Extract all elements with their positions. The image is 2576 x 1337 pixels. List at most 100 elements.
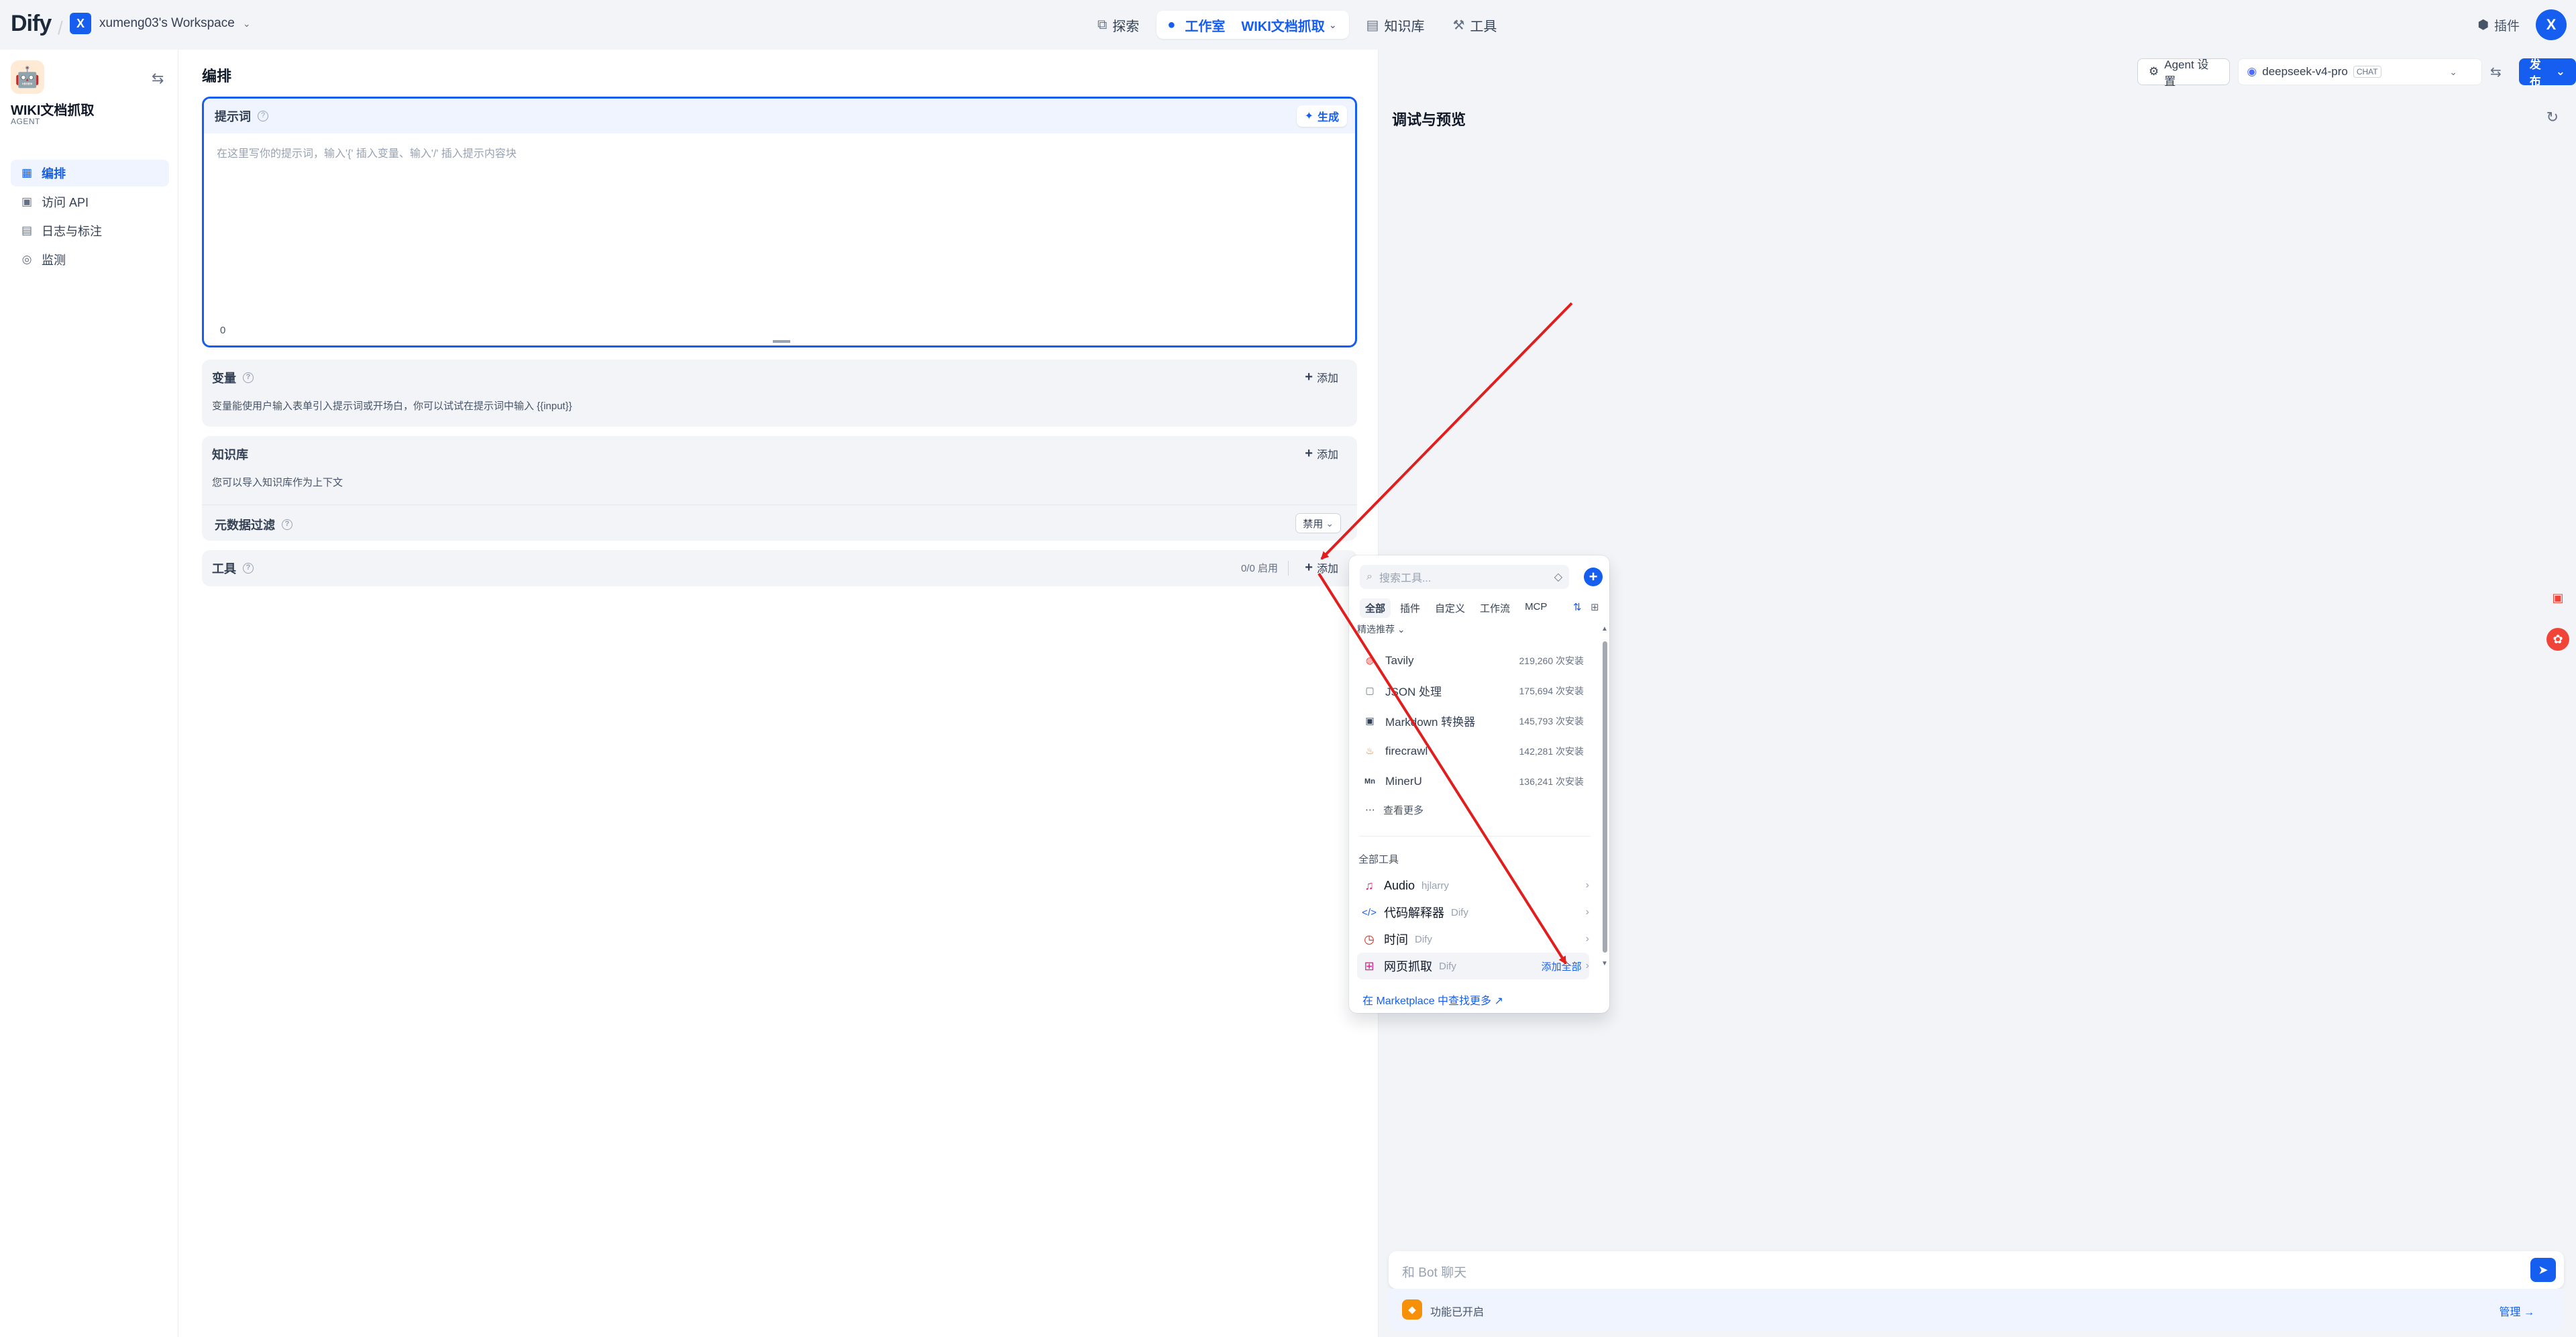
model-name: deepseek-v4-pro: [2262, 65, 2348, 78]
list-item[interactable]: Mn MinerU 136,241 次安装: [1362, 766, 1584, 796]
plugins-button[interactable]: ⬢ 插件: [2477, 16, 2520, 34]
help-icon[interactable]: ?: [282, 519, 292, 530]
list-item[interactable]: ▣ Markdown 转换器 145,793 次安装: [1362, 706, 1584, 736]
deepseek-icon: ◉: [2247, 65, 2257, 78]
features-bar: ◆ 功能已开启 管理 →: [1389, 1289, 2564, 1330]
send-button[interactable]: ➤: [2530, 1258, 2556, 1282]
dify-logo[interactable]: Dify: [11, 11, 52, 37]
tab-all[interactable]: 全部: [1360, 598, 1391, 618]
assistant-icon[interactable]: ✿: [2546, 628, 2569, 651]
install-count: 219,260 次安装: [1519, 655, 1585, 666]
featured-toggle[interactable]: 精选推荐 ⌄: [1357, 623, 1405, 636]
tool-name: Markdown 转换器: [1385, 716, 1476, 729]
plus-icon: +: [1305, 559, 1313, 575]
sidebar-item-monitor[interactable]: ◎ 监测: [11, 246, 169, 273]
model-params-icon[interactable]: ⇆: [2490, 64, 2502, 81]
generate-button[interactable]: ✦ 生成: [1296, 105, 1347, 127]
app-toolbar: ⚙ Agent 设置 ◉ deepseek-v4-pro CHAT ⌄ ⇆ 发布…: [2137, 58, 2576, 88]
scroll-down-icon[interactable]: ▼: [1601, 960, 1608, 967]
agent-settings-button[interactable]: ⚙ Agent 设置: [2137, 58, 2231, 88]
add-variable-button[interactable]: + 添加: [1305, 369, 1338, 385]
sidebar-item-label: 访问 API: [42, 196, 89, 209]
tree-view-icon[interactable]: ⊞: [1591, 601, 1599, 613]
sidebar-item-orchestrate[interactable]: ▦ 编排: [11, 160, 169, 186]
create-tool-button[interactable]: +: [1584, 568, 1603, 586]
model-selector[interactable]: ◉ deepseek-v4-pro CHAT ⌄: [2238, 58, 2482, 85]
chevron-right-icon: ›: [1585, 933, 1589, 945]
chevron-right-icon: ›: [1585, 906, 1589, 918]
knowledge-title: 知识库: [212, 445, 248, 463]
sidebar-item-logs[interactable]: ▤ 日志与标注: [11, 217, 169, 244]
nav-studio-label: 工作室: [1185, 19, 1226, 34]
fire-icon: ♨: [1365, 745, 1375, 756]
tool-picker-popover: ⌕ 搜索工具... ◇ + 全部 插件 自定义 工作流 MCP ⇅ ⊞ 精选推荐…: [1349, 555, 1609, 1013]
scroll-up-icon[interactable]: ▲: [1601, 625, 1608, 633]
scrollbar[interactable]: ▲ ▼: [1601, 625, 1608, 967]
divider: [1288, 561, 1289, 576]
prompt-editor[interactable]: 提示词 ? ✦ 生成 在这里写你的提示词，输入'{' 插入变量、输入'/' 插入…: [202, 97, 1357, 347]
publish-button[interactable]: 发布 ⌄: [2518, 58, 2576, 88]
workspace-switcher[interactable]: X xumeng03's Workspace ⌄: [70, 13, 251, 34]
search-icon: ⌕: [1366, 571, 1373, 582]
manage-features-link[interactable]: 管理 →: [2500, 1303, 2534, 1319]
gear-icon: ⚙: [2149, 65, 2159, 78]
tool-org: Dify: [1439, 960, 1456, 972]
tab-workflow[interactable]: 工作流: [1474, 598, 1515, 618]
publish-label: 发布: [2529, 58, 2541, 88]
refresh-icon[interactable]: ↻: [2546, 109, 2559, 126]
search-placeholder: 搜索工具...: [1379, 573, 1432, 584]
nav-tools[interactable]: ⚒ 工具: [1442, 11, 1507, 39]
nav-knowledge-label: 知识库: [1384, 19, 1425, 34]
nav-studio[interactable]: ● 工作室 WIKI文档抓取 ⌄: [1157, 11, 1349, 39]
current-app-crumb[interactable]: WIKI文档抓取 ⌄: [1234, 13, 1343, 38]
tab-plugins[interactable]: 插件: [1395, 598, 1426, 618]
nav-explore-label: 探索: [1112, 19, 1140, 34]
list-item[interactable]: </> 代码解释器 Dify ›: [1361, 899, 1589, 926]
features-enabled-text: 功能已开启: [1430, 1307, 1485, 1318]
list-item[interactable]: ♨ firecrawl 142,281 次安装: [1362, 736, 1584, 766]
generate-label: 生成: [1317, 112, 1339, 123]
tools-title: 工具 ?: [212, 559, 254, 577]
sort-icon[interactable]: ⇅: [1573, 601, 1582, 613]
help-icon[interactable]: ?: [258, 111, 268, 121]
add-tool-button[interactable]: + 添加: [1305, 559, 1338, 576]
chevron-down-icon: ⌄: [2449, 66, 2457, 77]
metadata-filter-title: 元数据过滤 ?: [215, 516, 292, 533]
chevron-right-icon: ›: [1585, 960, 1589, 971]
scrollbar-thumb[interactable]: [1603, 641, 1607, 953]
feedback-icon[interactable]: ▣: [2546, 586, 2569, 609]
add-all-button[interactable]: 添加全部: [1542, 959, 1582, 973]
tools-label: 工具: [212, 562, 236, 576]
marketplace-link[interactable]: 在 Marketplace 中查找更多 ↗: [1362, 992, 1503, 1008]
plugins-label: 插件: [2493, 19, 2520, 34]
list-item[interactable]: ▢ JSON 处理 175,694 次安装: [1362, 676, 1584, 706]
audio-icon: ♫: [1364, 878, 1374, 892]
nav-knowledge[interactable]: ▤ 知识库: [1356, 11, 1436, 39]
collapse-sidebar-icon[interactable]: ⇆: [152, 70, 164, 87]
tool-org: Dify: [1415, 933, 1432, 945]
agent-settings-label: Agent 设置: [2164, 58, 2209, 88]
chat-input[interactable]: 和 Bot 聊天 ➤: [1389, 1251, 2564, 1289]
user-avatar[interactable]: X: [2536, 9, 2567, 40]
tool-name: Audio: [1384, 878, 1415, 892]
help-icon[interactable]: ?: [243, 372, 254, 383]
view-more-button[interactable]: ⋯ 查看更多: [1362, 796, 1584, 823]
help-icon[interactable]: ?: [243, 563, 254, 574]
list-item[interactable]: ◷ 时间 Dify ›: [1361, 926, 1589, 953]
tab-custom[interactable]: 自定义: [1430, 598, 1470, 618]
code-icon: </>: [1362, 906, 1377, 918]
metadata-filter-select[interactable]: 禁用 ⌄: [1295, 513, 1341, 533]
list-item[interactable]: ♫ Audio hjlarry ›: [1361, 872, 1589, 899]
add-knowledge-button[interactable]: + 添加: [1305, 445, 1338, 462]
tool-search-input[interactable]: ⌕ 搜索工具... ◇: [1360, 565, 1569, 589]
file-list-icon: ▤: [21, 224, 33, 237]
prompt-placeholder[interactable]: 在这里写你的提示词，输入'{' 插入变量、输入'/' 插入提示内容块: [217, 144, 517, 160]
tag-filter-icon[interactable]: ◇: [1554, 570, 1562, 584]
list-item[interactable]: ◍ Tavily 219,260 次安装: [1362, 645, 1584, 676]
resize-handle[interactable]: [773, 340, 790, 343]
list-item[interactable]: ⊞ 网页抓取 Dify 添加全部 ›: [1357, 953, 1589, 979]
nav-explore[interactable]: ⧉ 探索: [1087, 11, 1150, 39]
sidebar-item-api[interactable]: ▣ 访问 API: [11, 189, 169, 215]
variables-section: 变量 ? + 添加 变量能使用户输入表单引入提示词或开场白，你可以试试在提示词中…: [202, 360, 1357, 427]
tab-mcp[interactable]: MCP: [1519, 598, 1552, 618]
